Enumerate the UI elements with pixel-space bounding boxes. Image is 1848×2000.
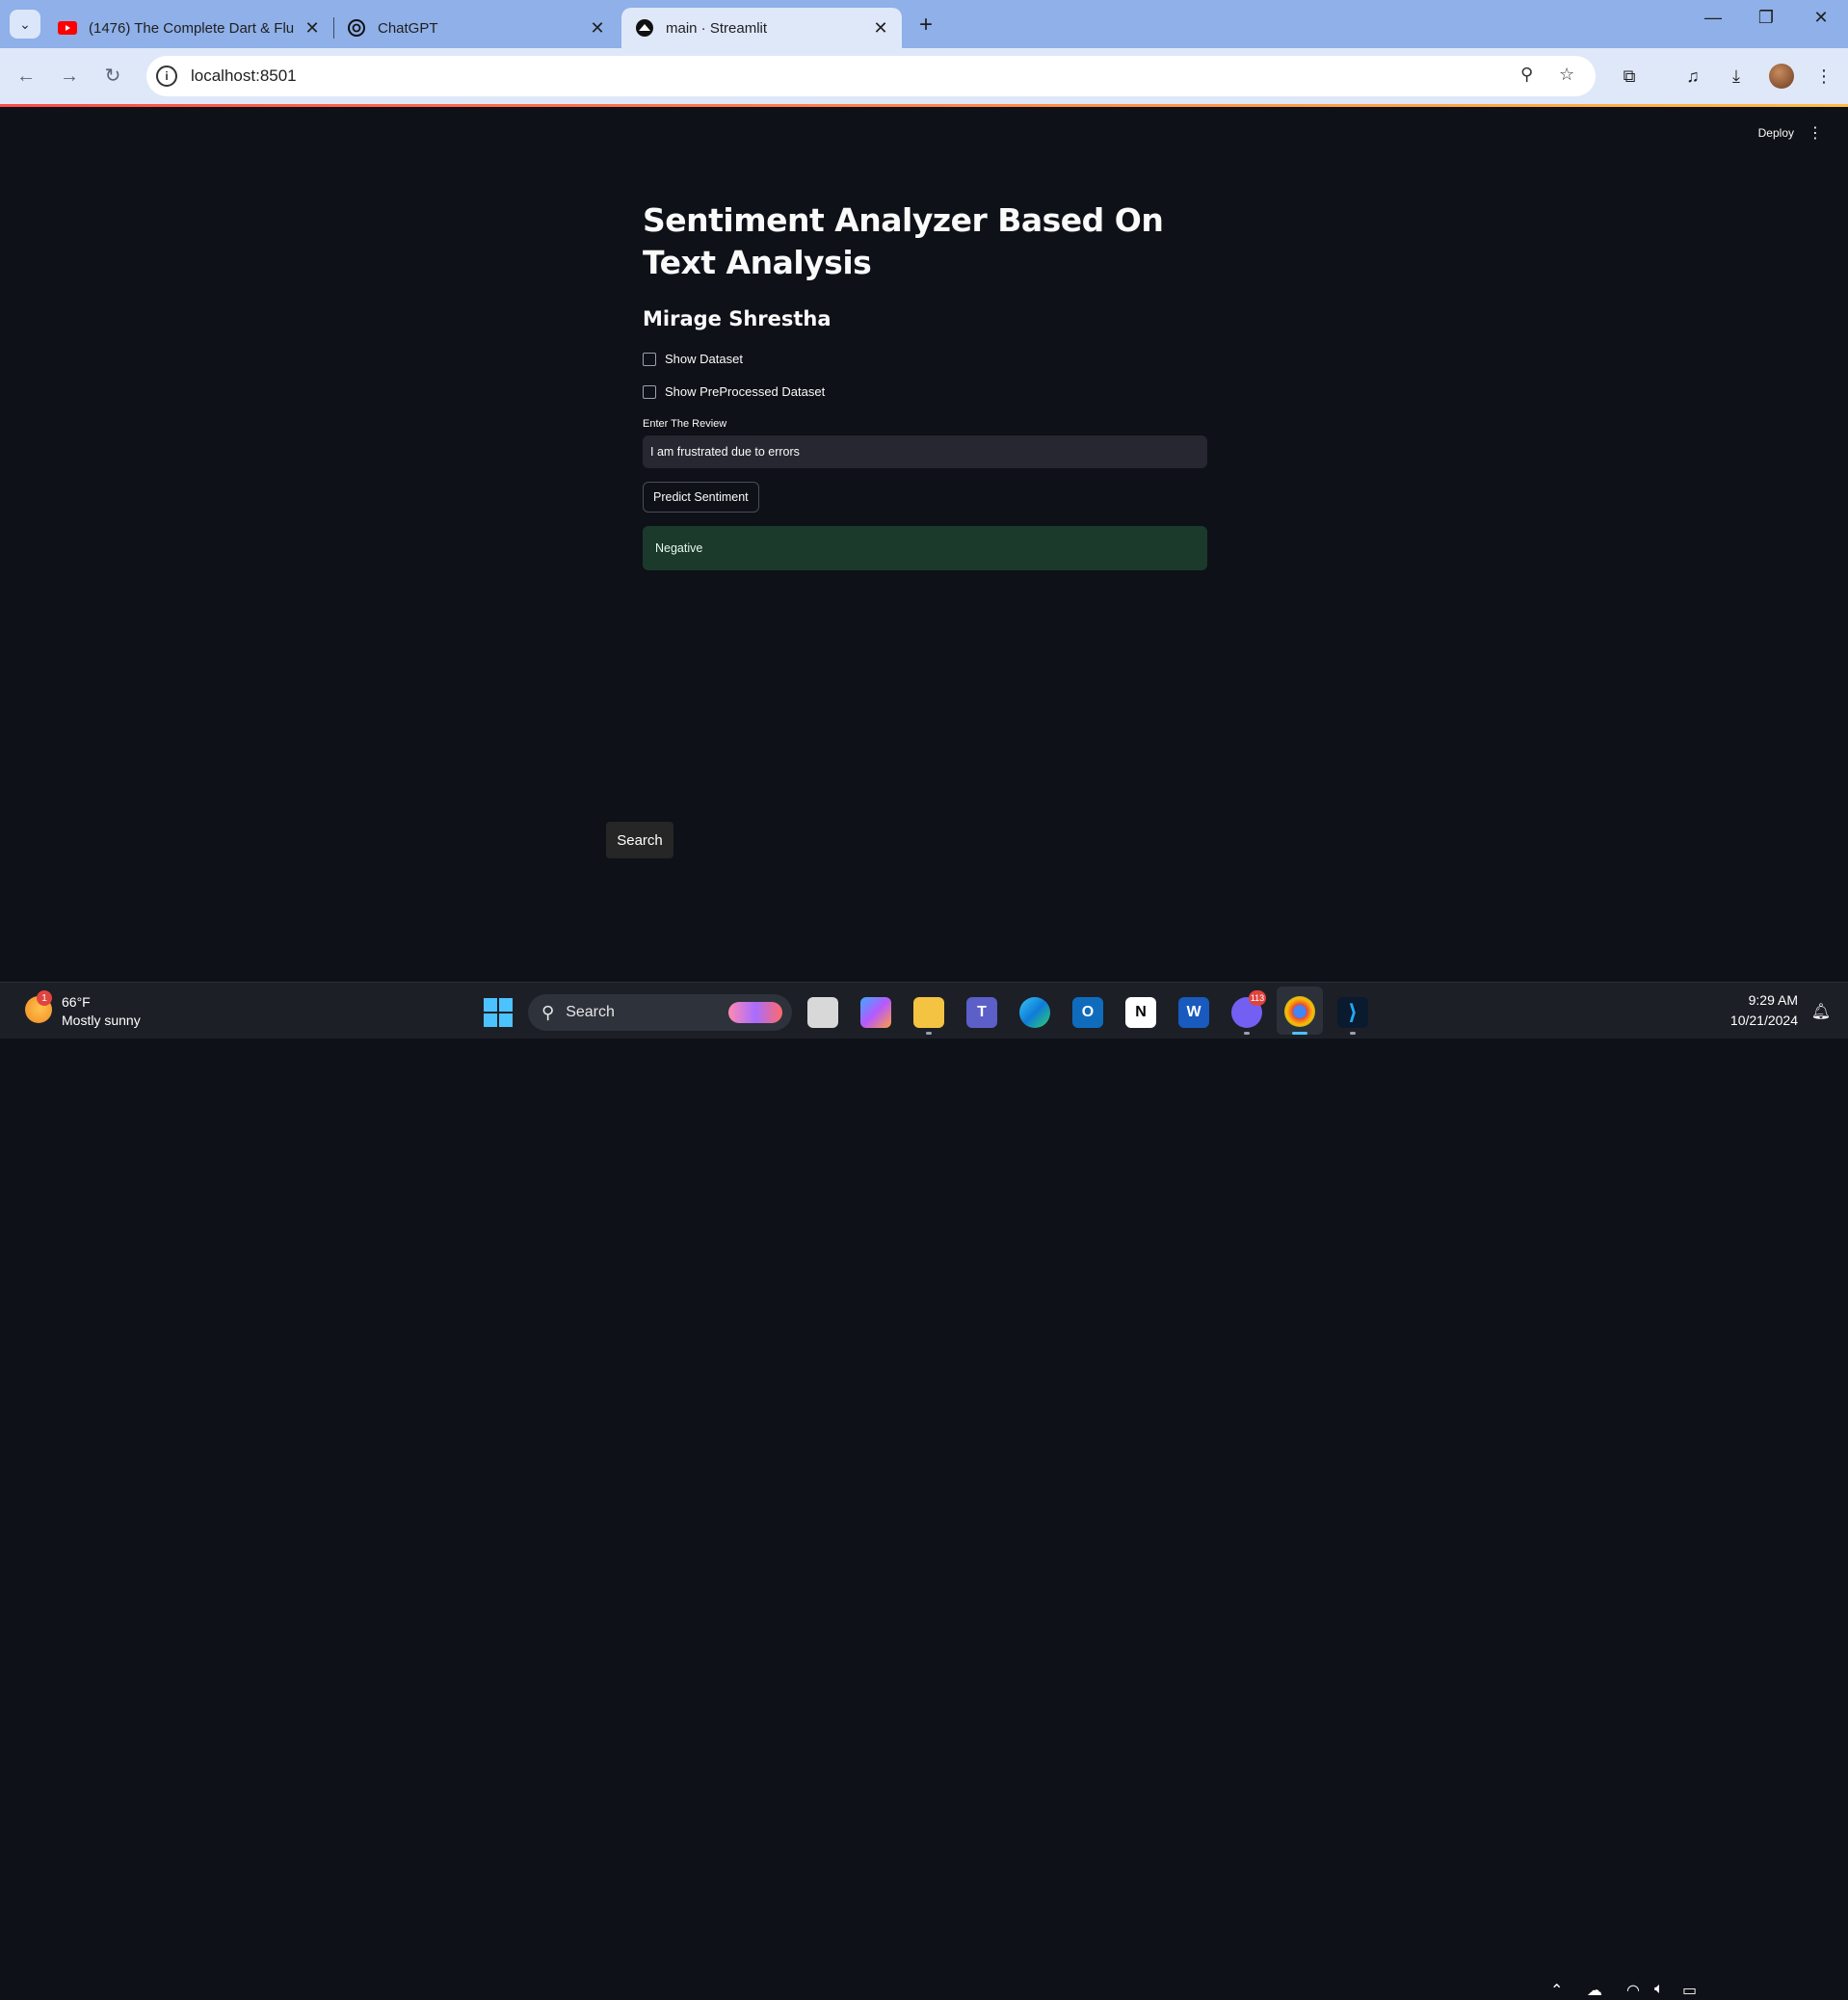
tab-search-button[interactable]: ⌄ (10, 10, 40, 39)
task-view-icon[interactable] (807, 997, 838, 1028)
browser-toolbar: ← → ↻ i localhost:8501 ⚲ ☆ ⧉ ♫ ⤓ ⋮ (0, 48, 1848, 104)
tab-title: main · Streamlit (666, 19, 768, 37)
app-menu-icon[interactable]: ⋮ (1808, 123, 1823, 143)
reload-icon[interactable]: ↻ (98, 62, 127, 91)
vscode-icon[interactable]: ⟩ (1337, 997, 1368, 1028)
weather-temperature[interactable]: 66°F (62, 994, 91, 1010)
clock-time[interactable]: 9:29 AM (1749, 992, 1798, 1008)
tab-streamlit[interactable]: main · Streamlit ✕ (621, 8, 902, 48)
taskbar-search-label: Search (566, 1004, 615, 1020)
minimize-button[interactable]: — (1694, 8, 1732, 28)
viber-badge: 113 (1249, 990, 1266, 1006)
main-content: Sentiment Analyzer Based On Text Analysi… (643, 199, 1207, 570)
show-preprocessed-checkbox[interactable]: Show PreProcessed Dataset (643, 384, 1207, 399)
tab-youtube[interactable]: (1476) The Complete Dart & Flu ✕ (44, 8, 333, 48)
media-control-icon[interactable]: ♫ (1678, 62, 1707, 91)
download-icon[interactable]: ⤓ (1722, 62, 1751, 91)
running-indicator (1244, 1032, 1250, 1035)
zoom-icon[interactable]: ⚲ (1520, 65, 1533, 85)
checkbox-box[interactable] (643, 384, 656, 399)
file-explorer-icon[interactable] (913, 997, 944, 1028)
chevron-up-icon[interactable]: ⌃ (1550, 1981, 1563, 2000)
window-close-button[interactable]: ✕ (1802, 8, 1840, 28)
battery-icon[interactable]: ▭ (1682, 1981, 1697, 2000)
search-highlight-icon (728, 1002, 782, 1023)
chrome-taskbar-icon[interactable] (1284, 996, 1315, 1027)
new-tab-button[interactable]: + (911, 12, 940, 39)
close-icon[interactable]: ✕ (301, 18, 324, 39)
outlook-icon[interactable]: O (1072, 997, 1103, 1028)
chevron-down-icon: ⌄ (19, 15, 31, 32)
forward-arrow-icon[interactable]: → (55, 62, 84, 91)
running-indicator (1292, 1032, 1307, 1035)
search-tooltip: Search (606, 822, 673, 858)
author-subtitle: Mirage Shrestha (643, 307, 832, 330)
streamlit-icon (635, 18, 654, 38)
back-arrow-icon[interactable]: ← (12, 62, 40, 91)
browser-tab-strip: ⌄ (1476) The Complete Dart & Flu ✕ ChatG… (0, 0, 1848, 48)
youtube-icon (58, 18, 77, 38)
running-indicator (926, 1032, 932, 1035)
checkbox-label: Show PreProcessed Dataset (665, 384, 826, 399)
address-bar[interactable]: i localhost:8501 ⚲ ☆ (146, 56, 1596, 96)
browser-menu-icon[interactable]: ⋮ (1809, 62, 1838, 91)
windows-start-icon[interactable] (484, 998, 513, 1027)
copilot-icon[interactable] (860, 997, 891, 1028)
tab-title: ChatGPT (378, 19, 438, 37)
clock-date[interactable]: 10/21/2024 (1730, 1013, 1798, 1028)
bookmark-star-icon[interactable]: ☆ (1559, 65, 1574, 85)
deploy-button[interactable]: Deploy (1758, 126, 1794, 140)
predict-sentiment-button[interactable]: Predict Sentiment (643, 482, 759, 513)
restore-button[interactable]: ❐ (1747, 8, 1785, 28)
streamlit-app: Deploy ⋮ Sentiment Analyzer Based On Tex… (0, 107, 1848, 982)
page-title: Sentiment Analyzer Based On Text Analysi… (643, 201, 1164, 281)
teams-icon[interactable]: T (966, 997, 997, 1028)
extensions-icon[interactable]: ⧉ (1615, 62, 1644, 91)
weather-badge: 1 (37, 990, 52, 1006)
checkbox-box[interactable] (643, 352, 656, 366)
tab-chatgpt[interactable]: ChatGPT ✕ (333, 8, 619, 48)
url-text: localhost:8501 (191, 66, 297, 85)
chatgpt-icon (347, 18, 366, 38)
checkbox-label: Show Dataset (665, 352, 743, 366)
profile-avatar[interactable] (1769, 64, 1794, 89)
weather-description[interactable]: Mostly sunny (62, 1013, 141, 1028)
close-icon[interactable]: ✕ (869, 18, 892, 39)
word-icon[interactable]: W (1178, 997, 1209, 1028)
tab-title: (1476) The Complete Dart & Flu (89, 19, 295, 37)
windows-taskbar: 1 66°F Mostly sunny ⚲ Search T O N W ⟩ ⌃… (0, 982, 1848, 1999)
site-info-icon[interactable]: i (156, 66, 177, 87)
sentiment-result-alert: Negative (643, 526, 1207, 570)
notion-icon[interactable]: N (1125, 997, 1156, 1028)
onedrive-cloud-icon[interactable]: ☁ (1587, 1981, 1602, 2000)
edge-icon[interactable] (1019, 997, 1050, 1028)
review-input-label: Enter The Review (643, 418, 727, 430)
show-dataset-checkbox[interactable]: Show Dataset (643, 352, 1207, 366)
close-icon[interactable]: ✕ (586, 18, 609, 39)
search-icon: ⚲ (541, 1002, 555, 1022)
taskbar-search-box[interactable]: ⚲ Search (528, 994, 792, 1031)
running-indicator (1350, 1032, 1356, 1035)
wifi-icon[interactable]: ◠ (1626, 1981, 1640, 2000)
notification-bell-icon[interactable]: 🔔︎ (1811, 1002, 1831, 1021)
volume-icon[interactable]: 🔈︎ (1654, 1981, 1664, 1998)
review-input[interactable]: I am frustrated due to errors (643, 435, 1207, 468)
